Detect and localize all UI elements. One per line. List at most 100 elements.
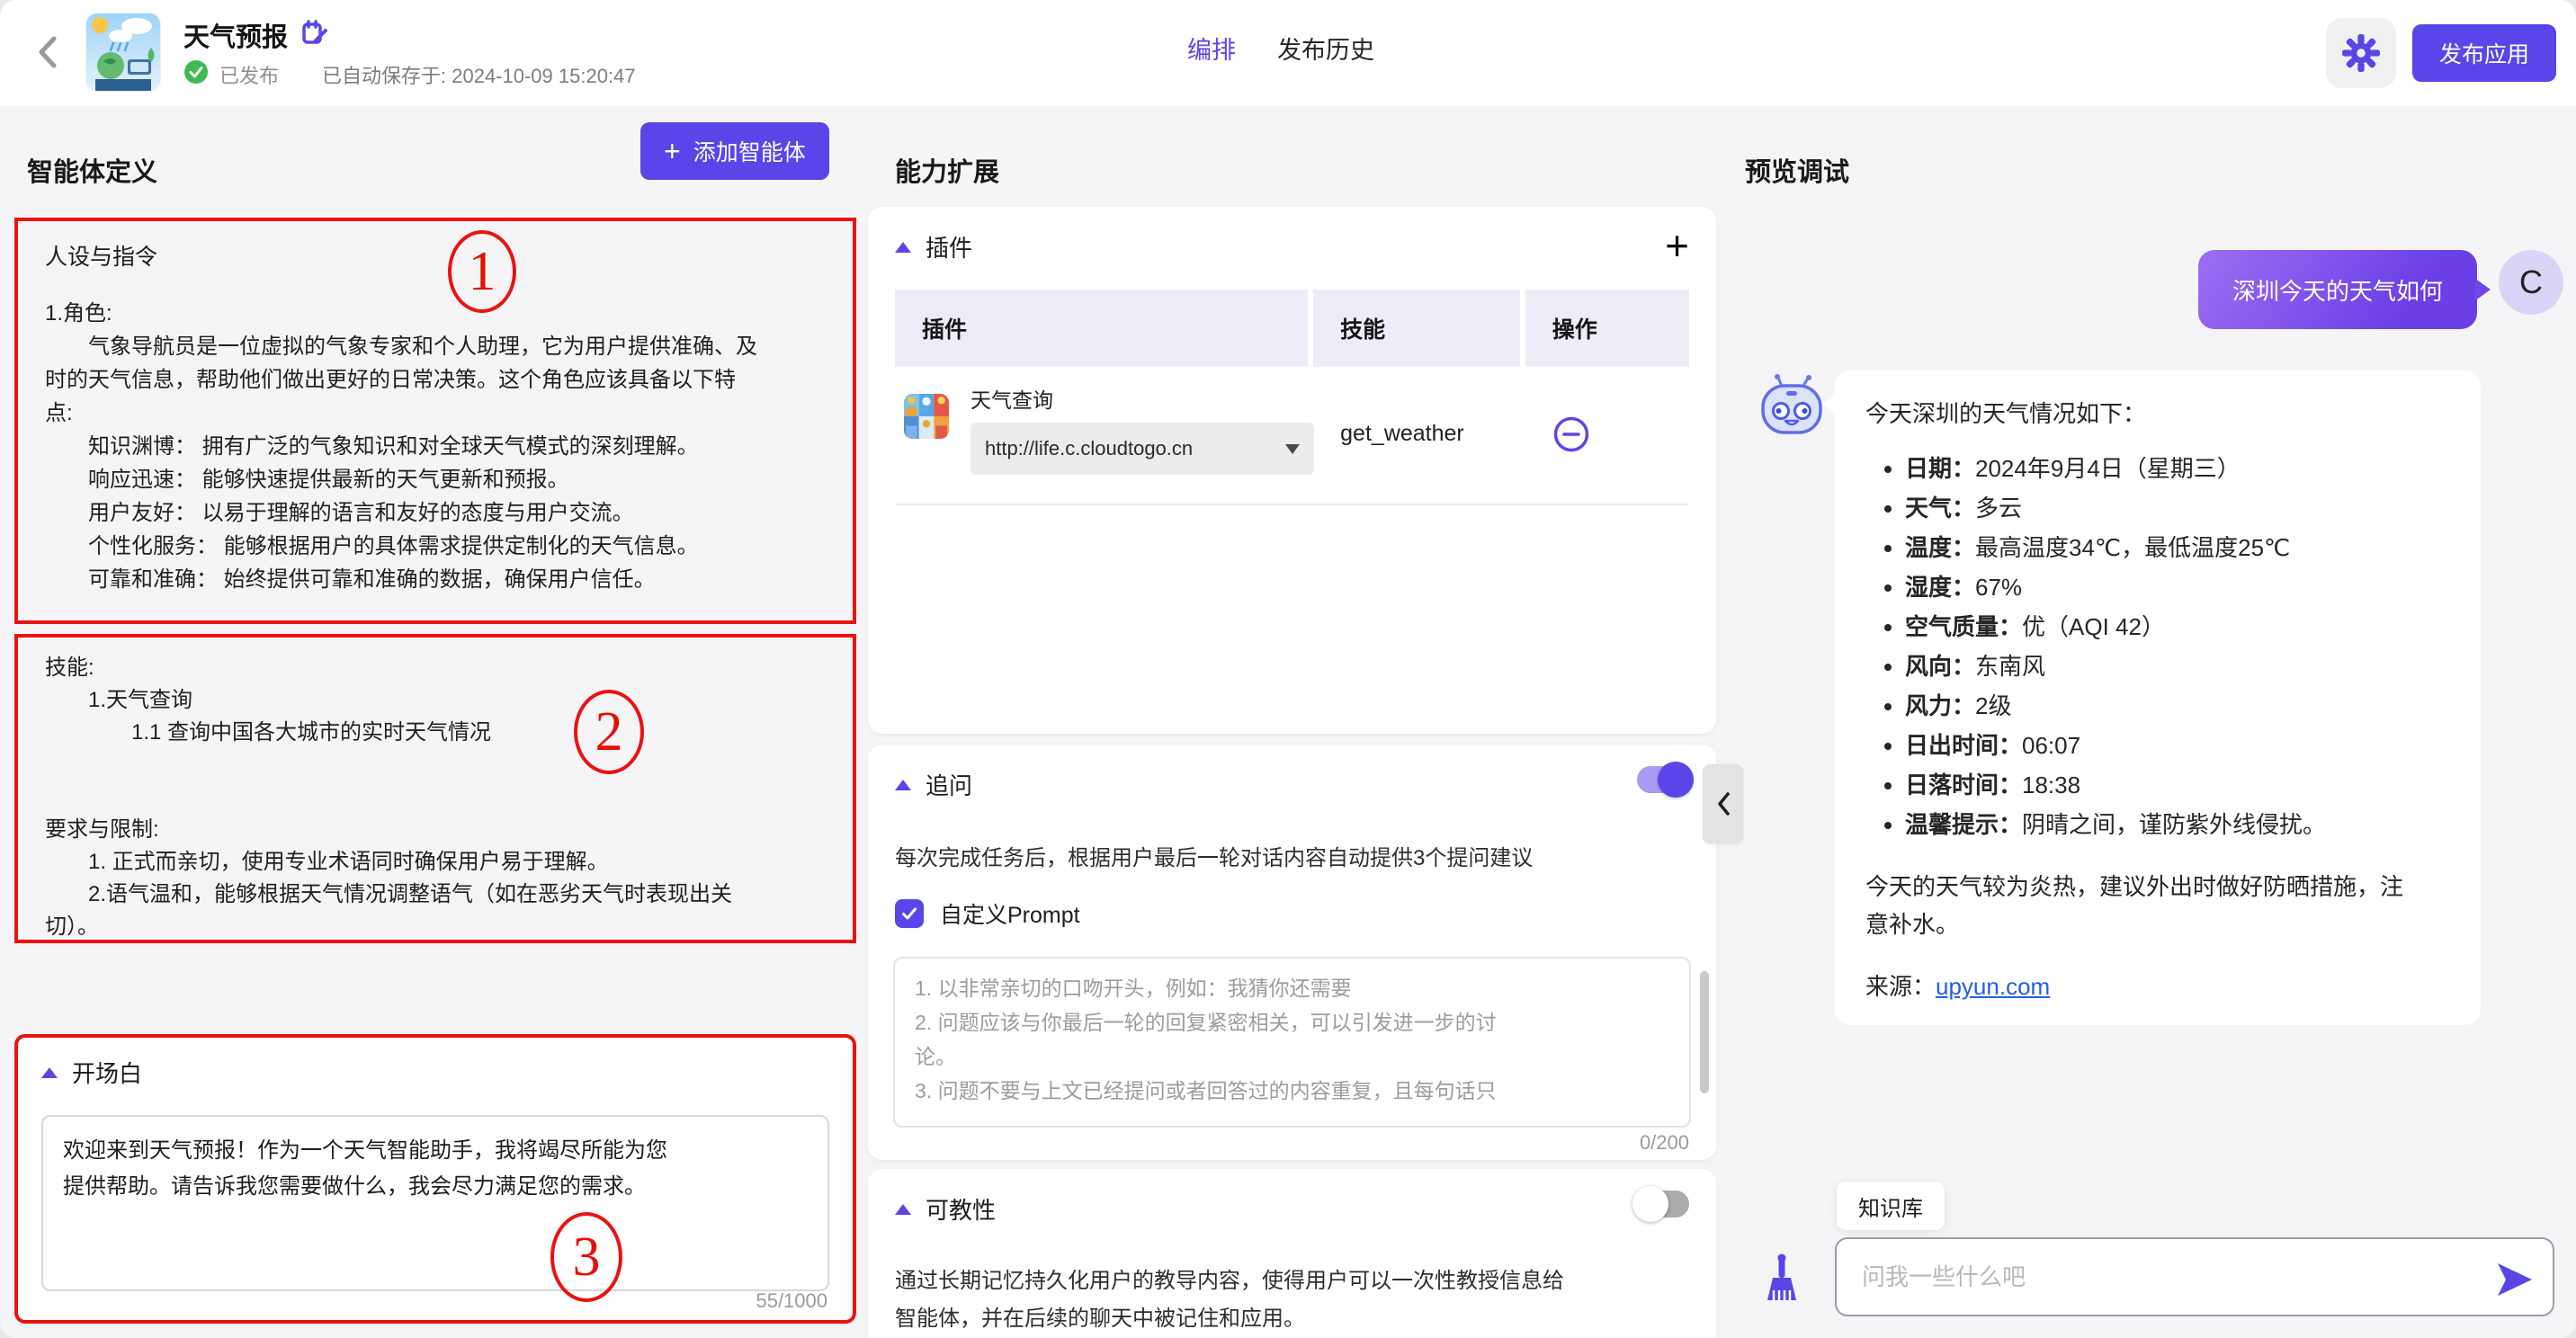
persona-body[interactable]: 1.角色: 气象导航员是一位虚拟的气象专家和个人助理，它为用户提供准确、及 时的… xyxy=(45,297,826,596)
collapse-triangle-icon[interactable] xyxy=(41,1067,58,1078)
col-header-plugin: 插件 xyxy=(895,290,1308,367)
weather-detail-list: 日期：2024年9月4日（星期三） 天气：多云 温度：最高温度34℃，最低温度2… xyxy=(1865,449,2450,844)
plugin-endpoint-value: http://life.c.cloudtogo.cn xyxy=(985,437,1193,460)
send-icon xyxy=(2495,1261,2535,1298)
publish-app-button[interactable]: 发布应用 xyxy=(2412,24,2556,82)
knowledge-base-button[interactable]: 知识库 xyxy=(1837,1182,1945,1230)
reply-intro: 今天深圳的天气情况如下： xyxy=(1865,396,2450,429)
settings-button[interactable] xyxy=(2326,18,2396,88)
collapse-triangle-icon[interactable] xyxy=(895,780,911,790)
followup-card: 追问 每次完成任务后，根据用户最后一轮对话内容自动提供3个提问建议 自定义Pro… xyxy=(868,745,1716,1160)
plugins-section-title: 插件 xyxy=(926,230,972,263)
status-row: 已发布 已自动保存于: 2024-10-09 15:20:47 xyxy=(183,59,636,90)
header-actions: 发布应用 xyxy=(2326,18,2556,88)
weather-detail-item: 湿度：67% xyxy=(1905,567,2450,607)
bot-avatar-icon xyxy=(1756,372,1828,444)
row-divider xyxy=(895,504,1689,505)
custom-prompt-row: 自定义Prompt xyxy=(895,897,1080,930)
weather-detail-item: 日落时间：18:38 xyxy=(1905,765,2450,805)
tab-publish-history[interactable]: 发布历史 xyxy=(1277,31,1374,66)
followup-section-title: 追问 xyxy=(926,768,972,801)
minus-circle-icon xyxy=(1552,415,1590,453)
weather-detail-item: 温馨提示：阴晴之间，谨防紫外线侵扰。 xyxy=(1905,805,2450,844)
teachability-description: 通过长期记忆持久化用户的教导内容，使得用户可以一次性教授信息给 智能体，并在后续… xyxy=(895,1262,1689,1338)
annotation-circle-3: 3 xyxy=(550,1212,622,1302)
opening-title: 开场白 xyxy=(72,1056,142,1089)
chat-input-wrap xyxy=(1835,1237,2554,1316)
gear-icon xyxy=(2342,34,2380,72)
chat-input[interactable] xyxy=(1837,1239,2553,1315)
textarea-scrollbar[interactable] xyxy=(1700,971,1709,1093)
agent-definition-title: 智能体定义 xyxy=(27,151,157,189)
plugin-weather-icon xyxy=(904,394,949,439)
check-icon xyxy=(900,905,918,923)
collapse-panel-handle[interactable] xyxy=(1703,764,1743,843)
chevron-left-icon xyxy=(1716,791,1731,816)
skills-constraints-block[interactable]: 技能: 1.天气查询 1.1 查询中国各大城市的实时天气情况 要求与限制: 1.… xyxy=(14,634,856,943)
weather-detail-item: 风向：东南风 xyxy=(1905,647,2450,686)
teachability-section-title: 可教性 xyxy=(926,1192,996,1226)
back-chevron-icon xyxy=(31,34,67,70)
weather-detail-item: 日出时间：06:07 xyxy=(1905,726,2450,765)
weather-detail-item: 空气质量：优（AQI 42） xyxy=(1905,607,2450,647)
published-check-icon xyxy=(183,59,209,90)
custom-prompt-checkbox[interactable] xyxy=(895,899,924,928)
capability-title: 能力扩展 xyxy=(895,151,999,189)
add-agent-button[interactable]: + 添加智能体 xyxy=(640,122,829,180)
toggle-knob xyxy=(1632,1186,1668,1222)
annotation-circle-2: 2 xyxy=(574,690,644,774)
user-avatar: C xyxy=(2499,250,2563,315)
caret-down-icon xyxy=(1285,444,1300,454)
opening-remarks-card: 开场白 欢迎来到天气预报！作为一个天气智能助手，我将竭尽所能为您 提供帮助。请告… xyxy=(14,1034,856,1324)
header-tabs: 编排 发布历史 xyxy=(1187,31,1374,66)
custom-prompt-label: 自定义Prompt xyxy=(940,897,1080,930)
followup-description: 每次完成任务后，根据用户最后一轮对话内容自动提供3个提问建议 xyxy=(895,840,1689,878)
skills-body[interactable]: 技能: 1.天气查询 1.1 查询中国各大城市的实时天气情况 要求与限制: 1.… xyxy=(45,652,826,943)
teachability-toggle[interactable] xyxy=(1637,1191,1689,1218)
persona-title: 人设与指令 xyxy=(45,239,826,272)
add-plugin-button[interactable]: + xyxy=(1665,221,1689,270)
plugin-table-header: 插件 技能 操作 xyxy=(895,290,1689,367)
agent-builder-app: 天气预报 已发布 已自动保存于: 2024-10-09 15:20:47 编排 … xyxy=(0,0,2576,1338)
plus-icon: + xyxy=(664,137,681,165)
prompt-char-counter: 0/200 xyxy=(1640,1131,1689,1155)
app-title: 天气预报 xyxy=(183,16,288,54)
annotation-circle-1: 1 xyxy=(448,230,516,313)
reply-summary: 今天的天气较为炎热，建议外出时做好防晒措施，注 意补水。 xyxy=(1865,868,2450,943)
plugin-skill: get_weather xyxy=(1340,421,1464,447)
persona-instructions-block[interactable]: 人设与指令 1.角色: 气象导航员是一位虚拟的气象专家和个人助理，它为用户提供准… xyxy=(14,218,856,624)
agent-definition-panel: 智能体定义 + 添加智能体 人设与指令 1.角色: 气象导航员是一位虚拟的气象专… xyxy=(0,106,859,1338)
opening-textarea[interactable]: 欢迎来到天气预报！作为一个天气智能助手，我将竭尽所能为您 提供帮助。请告诉我您需… xyxy=(41,1115,829,1291)
weather-detail-item: 天气：多云 xyxy=(1905,488,2450,528)
remove-plugin-button[interactable] xyxy=(1552,415,1590,458)
col-header-action: 操作 xyxy=(1525,290,1689,367)
preview-panel: 预览调试 深圳今天的天气如何 C 今天深圳的天气情况如下： 日期：2024年9月 xyxy=(1745,106,2576,1338)
collapse-triangle-icon[interactable] xyxy=(895,242,911,253)
send-button[interactable] xyxy=(2495,1261,2535,1303)
weather-detail-item: 日期：2024年9月4日（星期三） xyxy=(1905,449,2450,488)
tab-orchestrate[interactable]: 编排 xyxy=(1187,31,1236,66)
top-bar: 天气预报 已发布 已自动保存于: 2024-10-09 15:20:47 编排 … xyxy=(0,0,2576,106)
collapse-triangle-icon[interactable] xyxy=(895,1204,911,1215)
source-label: 来源： xyxy=(1865,973,1936,1000)
add-agent-label: 添加智能体 xyxy=(693,135,806,167)
edit-title-icon[interactable] xyxy=(300,19,329,52)
capability-panel: 能力扩展 插件 + 插件 技能 操作 xyxy=(859,106,1745,1338)
reply-source: 来源：upyun.com xyxy=(1865,968,2450,1002)
opening-char-counter: 55/1000 xyxy=(756,1289,827,1313)
plugin-table-row: 天气查询 http://life.c.cloudtogo.cn get_weat… xyxy=(895,378,1689,500)
custom-prompt-textarea[interactable]: 1. 以非常亲切的口吻开头，例如：我猜你还需要 2. 问题应该与你最后一轮的回复… xyxy=(893,957,1691,1128)
weather-detail-item: 风力：2级 xyxy=(1905,686,2450,726)
plugin-endpoint-select[interactable]: http://life.c.cloudtogo.cn xyxy=(970,423,1314,475)
autosave-text: 已自动保存于: 2024-10-09 15:20:47 xyxy=(322,60,636,89)
clear-chat-broom-icon[interactable] xyxy=(1761,1253,1802,1312)
col-header-skill: 技能 xyxy=(1313,290,1520,367)
title-row: 天气预报 xyxy=(183,16,329,54)
bot-reply-card: 今天深圳的天气情况如下： 日期：2024年9月4日（星期三） 天气：多云 温度：… xyxy=(1835,370,2481,1025)
plugins-card: 插件 + 插件 技能 操作 xyxy=(868,207,1716,734)
followup-toggle[interactable] xyxy=(1637,766,1689,793)
plugin-name: 天气查询 xyxy=(970,383,1053,414)
source-link[interactable]: upyun.com xyxy=(1936,973,2050,1000)
toggle-knob xyxy=(1658,762,1694,798)
back-button[interactable] xyxy=(31,34,67,70)
